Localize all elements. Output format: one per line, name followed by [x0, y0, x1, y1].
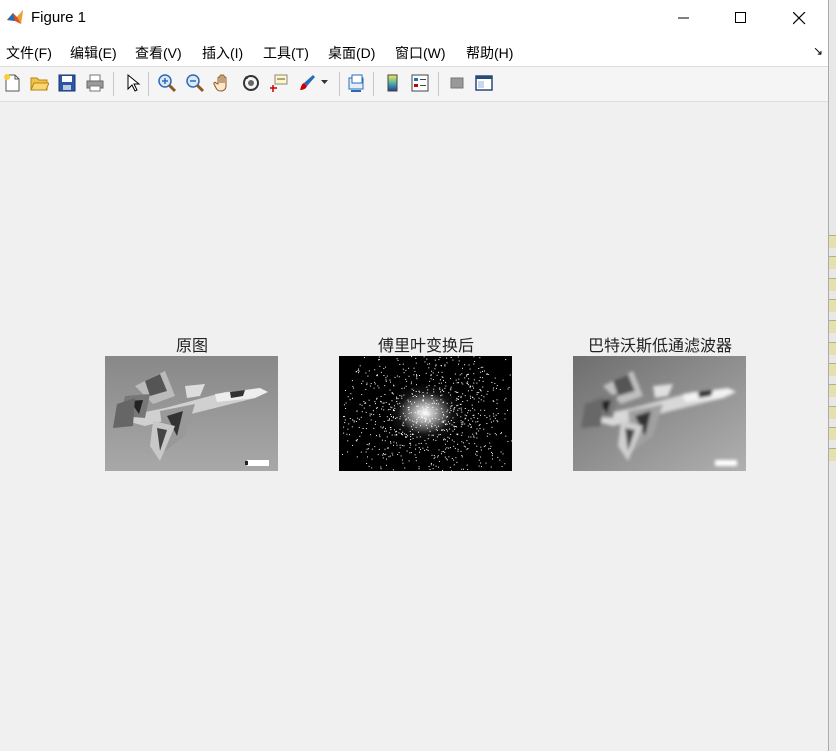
save-button[interactable] — [55, 71, 79, 95]
maximize-icon — [735, 12, 746, 23]
select-pointer-icon — [127, 73, 141, 92]
axes-title-original: 原图 — [175, 336, 208, 355]
minimize-icon — [678, 17, 689, 19]
edge-cell — [829, 320, 836, 333]
menu-tools[interactable]: 工具(T) — [263, 43, 309, 63]
toolbar-separator — [373, 72, 374, 96]
save-icon — [58, 74, 76, 92]
zoom-in-icon — [158, 74, 177, 93]
edge-cell — [829, 342, 836, 355]
maximize-button[interactable] — [712, 0, 770, 36]
insert-legend-button[interactable] — [408, 71, 432, 95]
title-bar[interactable]: Figure 1 — [0, 0, 828, 36]
close-button[interactable] — [770, 0, 828, 36]
edge-cell — [829, 299, 836, 312]
rotate-3d-icon — [243, 75, 259, 91]
edge-cell — [829, 363, 836, 376]
image-original[interactable] — [105, 356, 278, 471]
insert-colorbar-button[interactable] — [380, 71, 404, 95]
rotate-3d-button[interactable] — [239, 71, 263, 95]
edge-cell — [829, 235, 836, 248]
adjacent-window-edge — [829, 0, 836, 751]
select-pointer-button[interactable] — [120, 71, 144, 95]
open-file-button[interactable] — [27, 71, 51, 95]
hide-plot-tools-button[interactable] — [445, 71, 469, 95]
jet-aircraft-image — [105, 356, 278, 471]
show-plot-tools-icon — [475, 75, 493, 91]
print-icon — [86, 74, 104, 92]
figure-window: Figure 1 文件(F) 编辑(E) 查看(V) 插入(I) 工具(T) 桌… — [0, 0, 829, 751]
menu-insert[interactable]: 插入(I) — [202, 43, 243, 63]
menu-window[interactable]: 窗口(W) — [395, 43, 446, 63]
zoom-out-button[interactable] — [183, 71, 207, 95]
legend-icon — [411, 74, 429, 92]
link-plot-button[interactable] — [344, 71, 368, 95]
menu-view[interactable]: 查看(V) — [135, 43, 182, 63]
edge-cell — [829, 256, 836, 269]
edge-cell — [829, 448, 836, 461]
toolbar-separator — [148, 72, 149, 96]
pan-button[interactable] — [211, 71, 235, 95]
data-cursor-button[interactable] — [267, 71, 291, 95]
toolbar-separator — [113, 72, 114, 96]
minimize-button[interactable] — [655, 0, 713, 36]
pan-hand-icon — [213, 74, 227, 92]
filtered-jet-image — [573, 356, 746, 471]
matlab-logo-icon — [6, 8, 24, 26]
edge-cell — [829, 427, 836, 440]
zoom-out-icon — [186, 74, 205, 93]
menu-desktop[interactable]: 桌面(D) — [328, 43, 375, 63]
edge-cell — [829, 278, 836, 291]
zoom-in-button[interactable] — [155, 71, 179, 95]
brush-dropdown-icon — [321, 80, 328, 84]
fourier-spectrum-image — [339, 356, 512, 471]
image-fourier[interactable] — [339, 356, 512, 471]
new-figure-icon — [4, 74, 20, 92]
brush-icon — [300, 75, 315, 90]
toolbar-separator — [438, 72, 439, 96]
figure-toolbar — [0, 66, 828, 102]
new-figure-button[interactable] — [0, 71, 24, 95]
axes-title-butterworth: 巴特沃斯低通滤波器 — [587, 336, 732, 355]
brush-dropdown-button[interactable] — [318, 71, 332, 95]
axes-title-fourier: 傅里叶变换后 — [377, 336, 474, 355]
edge-cell — [829, 406, 836, 419]
colorbar-icon — [387, 74, 398, 92]
data-cursor-icon — [270, 74, 288, 92]
window-title: Figure 1 — [31, 9, 87, 26]
menu-overflow-arrow[interactable]: ↘ — [813, 44, 823, 58]
show-plot-tools-button[interactable] — [472, 71, 496, 95]
menu-help[interactable]: 帮助(H) — [466, 43, 513, 63]
edge-cell — [829, 384, 836, 397]
image-butterworth[interactable] — [573, 356, 746, 471]
menu-edit[interactable]: 编辑(E) — [70, 43, 117, 63]
close-icon — [792, 11, 805, 24]
open-file-icon — [30, 77, 49, 91]
brush-button[interactable] — [295, 71, 319, 95]
print-button[interactable] — [83, 71, 107, 95]
link-plot-icon — [348, 74, 364, 92]
menu-file[interactable]: 文件(F) — [6, 43, 52, 63]
toolbar-separator — [339, 72, 340, 96]
hide-plot-tools-icon — [450, 77, 464, 89]
menu-bar: 文件(F) 编辑(E) 查看(V) 插入(I) 工具(T) 桌面(D) 窗口(W… — [0, 36, 828, 66]
